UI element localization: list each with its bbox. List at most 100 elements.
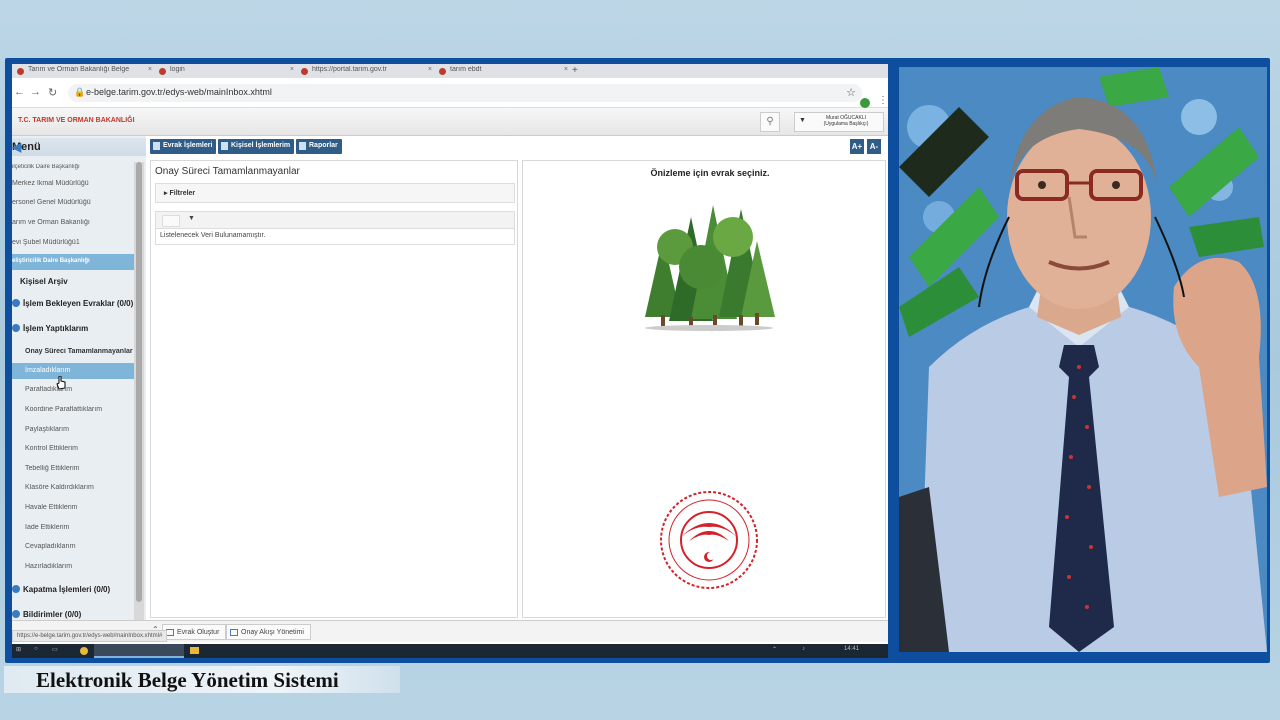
preview-panel: Önizleme için evrak seçiniz. — [522, 160, 886, 618]
report-icon — [299, 142, 306, 150]
app-header: T.C. TARIM VE ORMAN BAKANLIĞI ⚲ ▼ Murat … — [12, 108, 888, 136]
reload-icon[interactable]: ↻ — [48, 86, 57, 99]
sidebar-subitem[interactable]: Koordine Paraflattıklarım — [12, 406, 134, 413]
active-window-button[interactable] — [94, 644, 184, 658]
favicon-icon — [159, 68, 166, 75]
os-taskbar: ⊞ ○ ▭ ⌃ ♪ 14:41 — [12, 644, 888, 658]
chrome-icon[interactable] — [80, 647, 88, 655]
caption-text: Elektronik Belge Yönetim Sistemi — [36, 668, 339, 692]
sidebar-unit-item-selected[interactable]: eliştiricilik Daire Başkanlığı — [12, 254, 134, 270]
sidebar-subitem[interactable]: Hazırladıklarım — [12, 563, 134, 570]
extension-icon[interactable] — [860, 98, 870, 108]
browser-tab[interactable]: Tarım ve Orman Bakanlığı Belge × — [14, 66, 154, 78]
close-tab-icon[interactable]: × — [564, 66, 568, 73]
search-icon[interactable]: ⚲ — [760, 112, 780, 132]
favicon-icon — [301, 68, 308, 75]
bell-icon — [12, 610, 20, 618]
task-view-icon[interactable]: ▭ — [52, 646, 58, 653]
clock[interactable]: 14:41 — [844, 646, 859, 652]
user-menu[interactable]: ▼ Murat OĞUCAKLI (Uygulama Başlıkçı) — [794, 112, 884, 132]
folder-icon — [12, 324, 20, 332]
user-icon — [221, 142, 228, 150]
sidebar-scrollbar-thumb[interactable] — [136, 162, 142, 602]
sidebar-subitem[interactable]: Onay Süreci Tamamlanmayanlar — [12, 348, 134, 355]
video-caption: Elektronik Belge Yönetim Sistemi — [4, 666, 400, 693]
document-icon — [153, 142, 160, 150]
sidebar-header: Menü ◀ — [12, 138, 146, 156]
sidebar-item-islem-yaptiklarim[interactable]: İşlem Yaptıklarım — [12, 324, 134, 333]
favicon-icon — [439, 68, 446, 75]
back-icon[interactable]: ← — [14, 86, 25, 98]
sidebar-unit-item[interactable]: ersonel Genel Müdürlüğü — [12, 199, 134, 206]
sidebar-subitem[interactable]: Kontrol Ettiklerim — [12, 445, 134, 452]
network-icon[interactable]: ⌃ — [772, 646, 777, 653]
browser-tab-strip: Tarım ve Orman Bakanlığı Belge × login ×… — [12, 64, 888, 78]
folder-icon[interactable] — [190, 647, 199, 654]
browser-tab[interactable]: tarım ebdt × — [436, 66, 570, 78]
ministry-seal-logo — [660, 491, 758, 589]
sidebar-subitem[interactable]: İade Ettiklerim — [12, 524, 134, 531]
browser-menu-icon[interactable]: ⋮ — [878, 95, 888, 106]
sidebar-item-islem-bekleyen[interactable]: İşlem Bekleyen Evraklar (0/0) — [12, 299, 134, 308]
sidebar-unit-item[interactable]: arım ve Orman Bakanlığı — [12, 219, 134, 226]
collapse-sidebar-icon[interactable]: ◀ — [12, 140, 142, 154]
evrak-olustur-tab[interactable]: Evrak Oluştur — [162, 624, 227, 640]
kisisel-islemlerim-button[interactable]: Kişisel İşlemlerim — [218, 139, 295, 154]
sidebar-subitem[interactable]: Paylaştıklarım — [12, 426, 134, 433]
address-bar-row: ← → ↻ 🔒 e-belge.tarim.gov.tr/edys-web/ma… — [12, 78, 888, 108]
sidebar-unit-item[interactable]: ilçeticilik Daire Başkanlığı — [12, 164, 134, 170]
preview-message: Önizleme için evrak seçiniz. — [650, 168, 770, 178]
chevron-down-icon[interactable]: ▼ — [188, 215, 195, 222]
close-tab-icon[interactable]: × — [428, 66, 432, 73]
url-field[interactable]: 🔒 e-belge.tarim.gov.tr/edys-web/mainInbo… — [68, 84, 862, 102]
close-tab-icon[interactable]: × — [290, 66, 294, 73]
browser-tab[interactable]: https://portal.tarim.gov.tr × — [298, 66, 434, 78]
sidebar-item-kisisel-arsiv[interactable]: Kişisel Arşiv — [12, 277, 134, 286]
sidebar-subitem[interactable]: Havale Ettiklerim — [12, 504, 134, 511]
close-folder-icon — [12, 585, 20, 593]
forward-icon[interactable]: → — [30, 86, 41, 98]
ministry-title: T.C. TARIM VE ORMAN BAKANLIĞI — [18, 117, 135, 124]
grid-header: ▼ — [155, 211, 515, 229]
document-list-panel: Onay Süreci Tamamlanmayanlar ▸ Filtreler… — [150, 160, 518, 618]
status-url: https://e-belge.tarim.gov.tr/edys-web/ma… — [12, 630, 168, 642]
windows-start-icon[interactable]: ⊞ — [16, 646, 21, 653]
select-all-checkbox[interactable] — [162, 215, 180, 227]
filters-toggle[interactable]: ▸ Filtreler — [155, 183, 515, 203]
chevron-down-icon: ▼ — [799, 117, 806, 124]
presenter-photo — [899, 67, 1267, 652]
close-tab-icon[interactable]: × — [148, 66, 152, 73]
favicon-icon — [17, 68, 24, 75]
presenter-video — [899, 67, 1267, 652]
onay-akisi-tab[interactable]: Onay Akışı Yönetimi — [226, 624, 311, 640]
screen-recording: Tarım ve Orman Bakanlığı Belge × login ×… — [12, 64, 888, 658]
sidebar-item-kapatma[interactable]: Kapatma İşlemleri (0/0) — [12, 585, 134, 594]
panel-title: Onay Süreci Tamamlanmayanlar — [155, 166, 300, 177]
sidebar-subitem[interactable]: Tebelliğ Ettiklerim — [12, 465, 134, 472]
url-text: e-belge.tarim.gov.tr/edys-web/mainInbox.… — [86, 87, 272, 97]
sidebar-subitem-selected[interactable]: İmzaladıklarım — [12, 363, 134, 379]
empty-message: Listelenecek Veri Bulunamamıştır. — [155, 229, 515, 245]
evrak-islemleri-button[interactable]: Evrak İşlemleri — [150, 139, 217, 154]
lock-icon: 🔒 — [74, 87, 86, 97]
user-role: (Uygulama Başlıkçı) — [823, 121, 869, 127]
raporlar-button[interactable]: Raporlar — [296, 139, 342, 154]
search-icon[interactable]: ○ — [34, 646, 38, 652]
sidebar: Menü ◀ ilçeticilik Daire Başkanlığı Merk… — [12, 136, 146, 626]
sidebar-subitem[interactable]: Cevapladıklarım — [12, 543, 134, 550]
browser-tab[interactable]: login × — [156, 66, 296, 78]
inbox-icon — [12, 299, 20, 307]
zoom-in-button[interactable]: A+ — [850, 139, 864, 154]
volume-icon[interactable]: ♪ — [802, 646, 805, 652]
sidebar-subitem[interactable]: Klasöre Kaldırdıklarım — [12, 484, 134, 491]
sidebar-subitem[interactable]: Parafladıklarım — [12, 386, 134, 393]
cursor-hand-icon — [56, 376, 66, 390]
window-icon — [230, 629, 238, 636]
sidebar-unit-item[interactable]: Merkez İkmal Müdürlüğü — [12, 180, 134, 187]
trees-illustration — [645, 205, 775, 331]
sidebar-unit-item[interactable]: evi Şubel Müdürlüğü1 — [12, 239, 134, 246]
new-tab-icon[interactable]: + — [572, 65, 578, 76]
sidebar-item-bildirimler[interactable]: Bildirimler (0/0) — [12, 610, 134, 619]
bookmark-star-icon[interactable]: ☆ — [846, 86, 856, 99]
zoom-out-button[interactable]: A- — [867, 139, 881, 154]
